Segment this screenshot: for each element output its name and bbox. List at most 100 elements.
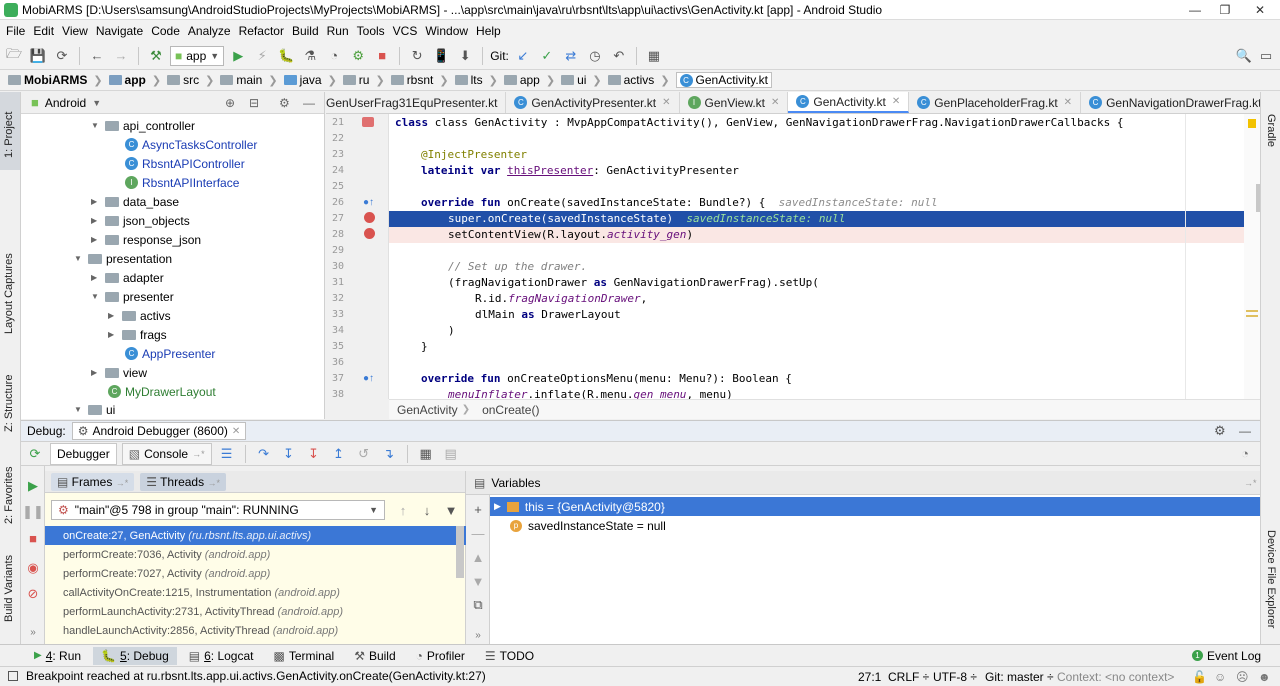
- tab-genactivitypresenter[interactable]: C GenActivityPresenter.kt ✕: [506, 92, 680, 113]
- tree-item[interactable]: C AppPresenter: [125, 344, 215, 363]
- mute-breakpoints-icon[interactable]: ⊘: [23, 584, 43, 604]
- step-into-icon[interactable]: ↧: [279, 444, 299, 464]
- menu-run[interactable]: Run: [323, 24, 353, 38]
- crumb-app[interactable]: app ❯: [108, 73, 168, 87]
- context-indicator[interactable]: Context: <no context>: [1057, 667, 1174, 686]
- close-tab-icon[interactable]: ✕: [892, 96, 900, 107]
- tab-gennavigationdrawerfrag[interactable]: CGenNavigationDrawerFrag.kt✕: [1081, 92, 1260, 113]
- inspector-icon[interactable]: ☻: [1258, 667, 1271, 686]
- apply-changes-icon[interactable]: ⚡: [252, 46, 272, 66]
- stop-icon[interactable]: ■: [372, 46, 392, 66]
- search-icon[interactable]: 🔍: [1234, 46, 1254, 66]
- frame-down-icon[interactable]: ↓: [417, 500, 437, 520]
- tree-item[interactable]: I RbsntAPIInterface: [125, 173, 239, 192]
- evaluate-expression-icon[interactable]: ▦: [416, 444, 436, 464]
- hide-panel-icon[interactable]: —: [303, 96, 315, 110]
- project-tool-label[interactable]: 1: Project: [3, 112, 15, 158]
- frame-row[interactable]: handleLaunchActivity:2856, ActivityThrea…: [45, 621, 466, 640]
- tab-genview[interactable]: I GenView.kt ✕: [680, 92, 789, 113]
- structure-tool[interactable]: Z: Structure: [3, 375, 15, 432]
- crumb-method[interactable]: onCreate(): [482, 403, 539, 417]
- project-view-mode[interactable]: Android: [45, 96, 86, 110]
- menu-window[interactable]: Window: [421, 24, 472, 38]
- crumb-activs[interactable]: activs ❯: [607, 73, 676, 87]
- view-breakpoints-icon[interactable]: ◉: [23, 558, 43, 578]
- close-button[interactable]: ✕: [1240, 0, 1280, 19]
- tab-logcat[interactable]: ▤ 6: Logcat: [181, 647, 262, 665]
- event-log-button[interactable]: 1 Event Log: [1184, 647, 1269, 665]
- collapse-all-icon[interactable]: ⊟: [249, 96, 259, 110]
- copy-icon[interactable]: ⧉: [468, 595, 488, 615]
- gradle-tool[interactable]: Gradle: [1265, 114, 1277, 147]
- gradle-sync-icon[interactable]: ↻: [407, 46, 427, 66]
- tree-item[interactable]: ▶ data_base: [91, 192, 179, 211]
- add-watch-icon[interactable]: +: [468, 499, 488, 519]
- scroll-from-source-icon[interactable]: ⊕: [225, 96, 235, 110]
- crumb-src[interactable]: src ❯: [167, 73, 220, 87]
- close-tab-icon[interactable]: ✕: [771, 97, 779, 108]
- stop-icon[interactable]: ■: [23, 528, 43, 548]
- rerun-icon[interactable]: ⟳: [25, 444, 45, 464]
- memory-icon[interactable]: ◔: [1235, 444, 1255, 464]
- tab-genplaceholderfrag[interactable]: C GenPlaceholderFrag.kt ✕: [909, 92, 1082, 113]
- project-structure-icon[interactable]: ▦: [644, 46, 664, 66]
- more-icon[interactable]: »: [468, 625, 488, 645]
- tree-item[interactable]: ▼ ui: [74, 400, 115, 419]
- scroll-thumb[interactable]: [1256, 184, 1260, 212]
- step-out-icon[interactable]: ↥: [329, 444, 349, 464]
- run-to-cursor-icon[interactable]: ↴: [379, 444, 399, 464]
- crumb-lts[interactable]: lts ❯: [454, 73, 504, 87]
- device-file-explorer-tool[interactable]: Device File Explorer: [1265, 530, 1277, 628]
- vcs-commit-icon[interactable]: ✓: [537, 46, 557, 66]
- frame-row[interactable]: callActivityOnCreate:1215, Instrumentati…: [45, 583, 466, 602]
- gear-icon[interactable]: ⚙: [1214, 423, 1226, 439]
- menu-file[interactable]: File: [2, 24, 29, 38]
- tree-item[interactable]: ▼ presentation: [74, 249, 172, 268]
- build-variants-tool[interactable]: Build Variants: [3, 555, 15, 622]
- layout-captures-tool[interactable]: Layout Captures: [3, 253, 15, 334]
- hide-panel-icon[interactable]: —: [1239, 424, 1251, 438]
- breakpoint-icon[interactable]: [364, 212, 375, 223]
- frames-scrollbar[interactable]: [456, 526, 464, 578]
- crumb-ru[interactable]: ru ❯: [342, 73, 391, 87]
- pin-icon[interactable]: →*: [1244, 478, 1257, 488]
- close-tab-icon[interactable]: ✕: [1064, 97, 1072, 108]
- close-tab-icon[interactable]: ✕: [662, 97, 670, 108]
- menu-code[interactable]: Code: [147, 24, 184, 38]
- debug-session-tab[interactable]: ⚙ Android Debugger (8600) ✕: [71, 422, 247, 440]
- status-toggle-icon[interactable]: [8, 671, 18, 681]
- expand-arrow-icon[interactable]: ▶: [494, 501, 501, 512]
- tab-build[interactable]: ⚒ Build: [346, 647, 403, 665]
- tree-item[interactable]: ▼ presenter: [91, 287, 174, 306]
- tab-frames[interactable]: ▤ Frames →*: [51, 472, 135, 491]
- code-editor[interactable]: class class GenActivity : MvpAppCompatAc…: [389, 114, 1244, 399]
- make-project-icon[interactable]: ⚒: [146, 46, 166, 66]
- tab-debugger[interactable]: Debugger: [50, 442, 117, 465]
- frame-up-icon[interactable]: ↑: [393, 500, 413, 520]
- forward-icon[interactable]: →: [111, 46, 131, 66]
- crumb-class[interactable]: GenActivity: [397, 403, 458, 417]
- layout-icon[interactable]: ▭: [1256, 46, 1276, 66]
- chevron-down-icon[interactable]: ▼: [92, 98, 101, 108]
- force-step-into-icon[interactable]: ↧: [304, 444, 324, 464]
- trace-icon[interactable]: ▤: [441, 444, 461, 464]
- show-execution-point-icon[interactable]: ☰: [217, 444, 237, 464]
- crumb-app-pkg[interactable]: app ❯: [503, 73, 561, 87]
- move-up-icon[interactable]: ▲: [468, 547, 488, 567]
- tree-item[interactable]: C AsyncTasksController: [125, 135, 257, 154]
- maximize-button[interactable]: ❐: [1210, 0, 1240, 19]
- profile-icon[interactable]: ◔: [324, 46, 344, 66]
- frame-row[interactable]: performCreate:7027, Activity (android.app…: [45, 564, 466, 583]
- menu-refactor[interactable]: Refactor: [235, 24, 288, 38]
- implements-marker-icon[interactable]: [362, 117, 374, 127]
- menu-build[interactable]: Build: [288, 24, 323, 38]
- tree-item[interactable]: ▶ response_json: [91, 230, 201, 249]
- tree-item[interactable]: ▶ json_objects: [91, 211, 190, 230]
- run-config-select[interactable]: ■ app ▼: [170, 45, 225, 66]
- open-folder-icon[interactable]: 🗁: [4, 46, 24, 66]
- move-down-icon[interactable]: ▼: [468, 571, 488, 591]
- coverage-icon[interactable]: ⚗: [300, 46, 320, 66]
- thread-select[interactable]: ⚙ "main"@5 798 in group "main": RUNNING …: [51, 500, 385, 520]
- tab-genuserfrag31equpresenter[interactable]: GenUserFrag31EquPresenter.kt: [326, 92, 507, 113]
- vcs-compare-icon[interactable]: ⇄: [561, 46, 581, 66]
